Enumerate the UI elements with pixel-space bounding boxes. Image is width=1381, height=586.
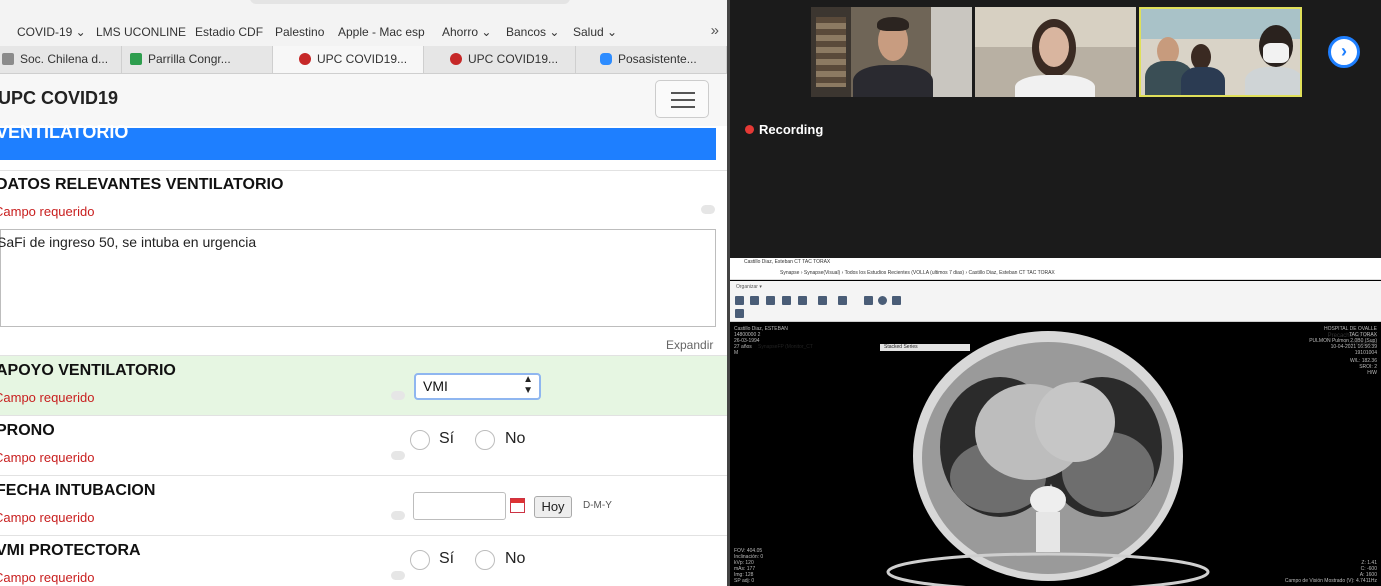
recording-dot-icon (745, 125, 754, 134)
date-format-hint: D-M-Y (583, 500, 612, 511)
field-label: APOYO VENTILATORIO (0, 362, 176, 379)
pacs-tool-icon[interactable] (864, 296, 873, 305)
required-hint: Campo requerido (0, 450, 95, 465)
browser-window: COVID-19 ⌄ LMS UCONLINE Estadio CDF Pale… (0, 0, 727, 586)
tab-favicon-icon (450, 53, 462, 65)
comment-icon[interactable] (701, 205, 715, 214)
participant-video-active[interactable] (1139, 7, 1302, 97)
comment-icon[interactable] (391, 571, 405, 580)
field-label: VMI PROTECTORA (0, 542, 141, 559)
pacs-toolbar: SynapseFP (Monitor_CT Stacked Series Pre… (730, 293, 1381, 351)
bookmark-palestino[interactable]: Palestino (275, 25, 324, 39)
bookmark-estadio-cdf[interactable]: Estadio CDF (195, 25, 263, 39)
ct-overlay-bottom-right: Z: 1.41 C: -600 A: 1600 Campo de Visión Mos… (1284, 560, 1377, 584)
apoyo-select[interactable]: VMI ▲ ▼ (414, 373, 541, 400)
ct-scan-image[interactable] (730, 322, 1381, 586)
required-hint: Campo requerido (0, 204, 95, 219)
ct-overlay-bottom-left: FOV: 404.05 Inclinación: 0 kVp: 120 mAs: 17… (734, 548, 764, 584)
tab-favicon-icon (299, 53, 311, 65)
pacs-tool-icon[interactable] (892, 296, 901, 305)
ct-overlay-right: W/L: 182.36 SROI: 2 H/W (1350, 358, 1377, 376)
tab-favicon-icon (2, 53, 14, 65)
vmi-no-radio[interactable] (475, 550, 495, 570)
field-label: DATOS RELEVANTES VENTILATORIO (0, 176, 284, 193)
fecha-date-input[interactable] (413, 492, 506, 520)
section-header: VENTILATORIO (0, 122, 716, 160)
ct-overlay-top-right: HOSPITAL DE OVALLE TAC TORAX PULMON Pulmon… (1309, 326, 1377, 356)
required-hint: Campo requerido (0, 390, 95, 405)
radio-label: Sí (439, 430, 455, 447)
pacs-tool-icon[interactable] (798, 296, 807, 305)
pacs-clock-icon[interactable] (878, 296, 887, 305)
pacs-viewer: Castillo Diaz, Esteban CT TAC TORAX Syna… (730, 258, 1381, 586)
bookmark-apple-mac[interactable]: Apple - Mac esp (338, 25, 425, 39)
menu-hamburger-icon[interactable] (655, 80, 709, 118)
prono-yes-radio[interactable] (410, 430, 430, 450)
bookmark-lms-uconline[interactable]: LMS UCONLINE (96, 25, 186, 39)
required-hint: Campo requerido (0, 570, 95, 585)
comment-icon[interactable] (391, 451, 405, 460)
url-bar[interactable] (250, 0, 570, 4)
pacs-tool-icon[interactable] (838, 296, 847, 305)
bookmarks-more-icon[interactable]: » (711, 22, 719, 39)
pacs-menu-bar: Organizar ▾ (730, 281, 1381, 293)
url-strip (0, 0, 727, 18)
field-label: FECHA INTUBACION (0, 482, 156, 499)
participant-video[interactable] (975, 7, 1136, 97)
required-hint: Campo requerido (0, 510, 95, 525)
radio-label: Sí (439, 550, 455, 567)
tab-upc-covid19[interactable]: UPC COVID19... (424, 46, 576, 73)
comment-icon[interactable] (391, 391, 405, 400)
calendar-icon[interactable] (510, 498, 525, 513)
app-header: UPC COVID19 (0, 74, 727, 126)
field-label: PRONO (0, 422, 55, 439)
expand-link[interactable]: Expandir (666, 338, 713, 352)
pacs-window-title: Castillo Diaz, Esteban CT TAC TORAX (730, 258, 1381, 267)
bookmark-salud[interactable]: Salud ⌄ (573, 25, 617, 39)
comment-icon[interactable] (391, 511, 405, 520)
tab-upc-covid19-active[interactable]: UPC COVID19... (273, 46, 424, 73)
bookmark-ahorro[interactable]: Ahorro ⌄ (442, 25, 491, 39)
tab-parrilla[interactable]: Parrilla Congr... (122, 46, 273, 73)
pacs-tool-icon[interactable] (818, 296, 827, 305)
tab-soc-chilena[interactable]: Soc. Chilena d... (0, 46, 122, 73)
tab-strip: Soc. Chilena d... Parrilla Congr... UPC … (0, 46, 727, 74)
pacs-breadcrumb: Synapse › Synapse(Visual) › Todos los Es… (730, 267, 1381, 280)
datos-textarea[interactable]: SaFi de ingreso 50, se intuba en urgenci… (0, 229, 716, 327)
pacs-tool-icon[interactable] (735, 296, 744, 305)
pacs-tool-icon[interactable] (735, 309, 744, 318)
pacs-organize-menu[interactable]: Organizar ▾ (736, 284, 762, 290)
video-call-panel: › Recording (730, 0, 1381, 258)
pacs-tool-icon[interactable] (750, 296, 759, 305)
today-button[interactable]: Hoy (534, 496, 572, 518)
ct-overlay-top-left: Castillo Diaz, ESTEBAN 14800000 2 26-03-19… (734, 326, 788, 356)
select-arrows-icon: ▲ ▼ (523, 374, 533, 396)
participant-video[interactable] (811, 7, 972, 97)
field-prono (0, 416, 727, 476)
recording-indicator: Recording (745, 122, 823, 137)
vmi-yes-radio[interactable] (410, 550, 430, 570)
bookmarks-bar: COVID-19 ⌄ LMS UCONLINE Estadio CDF Pale… (0, 18, 727, 47)
bookmark-covid19[interactable]: COVID-19 ⌄ (17, 25, 86, 39)
next-participants-button[interactable]: › (1328, 36, 1360, 68)
tab-posasistente[interactable]: Posasistente... (576, 46, 727, 73)
section-title: VENTILATORIO (0, 122, 129, 142)
pacs-tool-icon[interactable] (766, 296, 775, 305)
prono-no-radio[interactable] (475, 430, 495, 450)
radio-label: No (505, 550, 526, 567)
radio-label: No (505, 430, 526, 447)
pacs-tool-icon[interactable] (782, 296, 791, 305)
zoom-icon (600, 53, 612, 65)
page-title: UPC COVID19 (0, 88, 119, 108)
bookmark-bancos[interactable]: Bancos ⌄ (506, 25, 559, 39)
tab-favicon-icon (130, 53, 142, 65)
